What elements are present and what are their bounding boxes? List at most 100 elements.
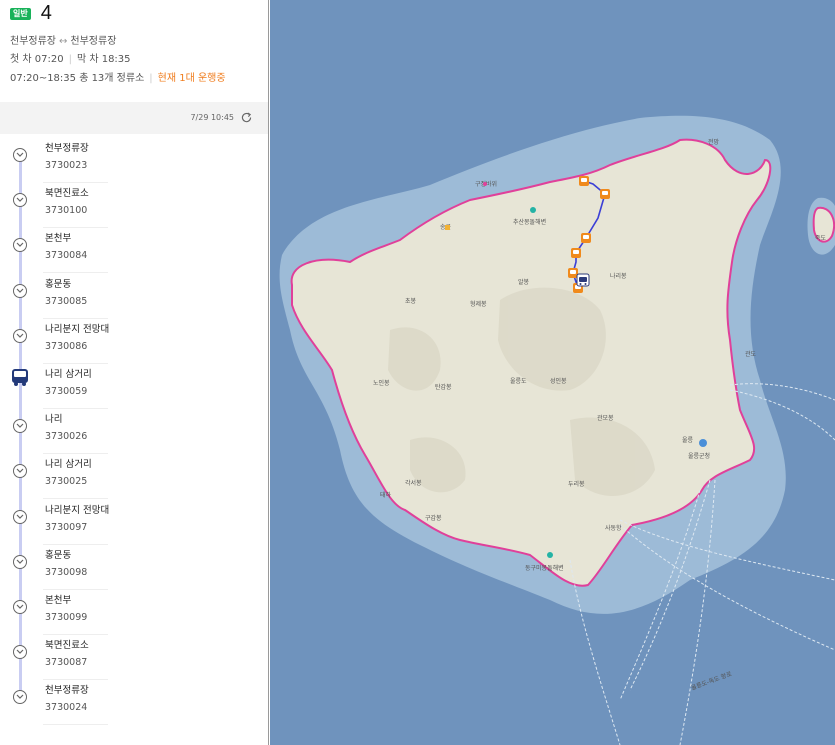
bus-stop-marker-icon[interactable] [600,189,610,199]
county-office-icon[interactable] [699,439,707,447]
route-endpoints: 천부정류장 ↔ 천부정류장 [10,32,116,47]
summary-divider: | [149,73,153,84]
bus-stop-marker-icon[interactable] [571,248,581,258]
chevron-down-icon[interactable] [13,509,27,524]
stop-name: 북면진료소 [45,188,89,200]
live-bus-status[interactable]: 현재 1대 운행중 [158,73,226,84]
map-label-ulleung-short: 울릉 [682,437,694,444]
bus-stop-marker-icon[interactable] [581,233,591,243]
bus-stop-row[interactable]: 본천부 3730084 [0,228,268,274]
bidirectional-arrow-icon: ↔ [59,36,68,47]
stop-id: 3730023 [45,160,88,171]
current-bus-marker[interactable] [576,273,590,287]
map-label-gwando: 관도 [745,350,757,358]
bus-stop-row[interactable]: 나리 삼거리 3730025 [0,454,268,500]
stop-name: 나리 삼거리 [45,369,92,380]
chevron-down-icon[interactable] [13,419,27,434]
chevron-down-icon[interactable] [13,328,27,343]
refresh-time: 7/29 10:45 [190,113,234,122]
map-label-chusan: 추산몽돌해변 [513,218,546,226]
bus-stop-row[interactable]: 홍문동 3730085 [0,274,268,319]
stop-id: 3730098 [45,566,88,578]
refresh-bar: 7/29 10:45 [0,102,268,134]
app-root: 일반 4 천부정류장 ↔ 천부정류장 첫 차 07:20 | 막 차 18:35 07:… [0,0,835,745]
chevron-down-icon[interactable] [13,645,27,660]
stop-name: 홍문동 [45,549,72,561]
map-label-taeha: 태하 [380,491,392,499]
stop-id: 3730025 [45,476,88,488]
stop-id: 3730059 [45,386,88,397]
bus-stop-row[interactable]: 나리분지 전망대 3730097 [0,500,268,545]
bus-stop-row[interactable]: 천부정류장 3730023 [0,138,268,183]
bus-stop-row[interactable]: 나리분지 전망대 3730086 [0,319,268,364]
current-bus-icon[interactable] [10,366,30,388]
chevron-down-icon[interactable] [13,283,27,298]
map-label-jeonmang: 전망 [708,138,720,146]
stop-name: 북면진료소 [45,640,89,652]
bus-stop-row[interactable]: 천부정류장 3730024 [0,680,268,726]
route-type-badge: 일반 [10,7,31,20]
map-label-ulleungdo: 울릉도 [510,378,527,385]
route-info-panel: 일반 4 천부정류장 ↔ 천부정류장 첫 차 07:20 | 막 차 18:35 07:… [0,0,269,745]
first-bus-time: 첫 차 07:20 [10,54,64,65]
route-end-stop: 천부정류장 [70,36,117,47]
bus-stop-row[interactable]: 본천부 3730099 [0,590,268,635]
map-label-albong: 알봉 [518,278,530,286]
route-map[interactable]: 전망 구정바위 추산몽돌해변 송곳 알봉 나리봉 초봉 형제봉 노인봉 탄감봉 … [270,0,835,745]
chevron-down-icon[interactable] [13,148,27,162]
route-summary-text: 07:20~18:35 총 13개 정류소 [10,73,145,84]
route-header: 일반 4 [10,2,52,25]
stop-id: 3730087 [45,657,88,669]
map-label-chobong: 초봉 [405,297,417,305]
map-label-namyang-beach: 동구미몽돌해변 [525,564,564,572]
stop-name: 본천부 [45,233,72,245]
map-label-ulleunggun: 울릉군청 [688,453,710,460]
bus-stop-row[interactable]: 홍문동 3730098 [0,545,268,590]
schedule-divider: | [68,54,72,65]
route-schedule: 첫 차 07:20 | 막 차 18:35 [10,50,131,65]
stop-id: 3730026 [45,431,88,443]
route-number: 4 [40,2,52,24]
bus-stop-row[interactable]: 나리 3730026 [0,409,268,455]
stop-id: 3730085 [45,295,88,307]
bus-stop-marker-icon[interactable] [579,176,589,186]
stop-id: 3730099 [45,612,88,623]
bus-stop-row[interactable]: 북면진료소 3730100 [0,183,268,229]
stop-name: 홍문동 [45,278,72,290]
stop-name: 나리분지 전망대 [45,323,110,335]
route-summary: 07:20~18:35 총 13개 정류소 | 현재 1대 운행중 [10,69,226,84]
beach-poi-icon[interactable] [530,207,536,213]
map-label-narabong: 나리봉 [610,272,627,280]
stop-name: 천부정류장 [45,685,89,697]
refresh-icon[interactable] [240,111,253,124]
map-label-gwanmobong: 관모봉 [597,414,614,422]
route-start-stop: 천부정류장 [10,36,56,47]
map-label-durubong: 두리봉 [568,480,585,488]
chevron-down-icon[interactable] [13,238,27,253]
stop-id: 3730024 [45,702,88,714]
map-label-sadong: 사동항 [605,524,622,532]
map-label-hyeongjebong: 형제봉 [470,300,487,308]
stop-name: 나리 [45,414,63,426]
chevron-down-icon[interactable] [13,600,27,614]
chevron-down-icon[interactable] [13,193,27,208]
map-label-noinbong: 노인봉 [373,379,390,387]
stop-name: 나리 삼거리 [45,459,92,471]
bus-stop-row[interactable]: 나리 삼거리 3730059 [0,364,268,409]
chevron-down-icon[interactable] [13,690,27,705]
chevron-down-icon[interactable] [13,554,27,569]
bus-stop-row[interactable]: 북면진료소 3730087 [0,635,268,681]
peak-marker-icon [445,225,450,230]
beach-poi-icon[interactable] [547,552,553,558]
stop-name: 본천부 [45,595,72,606]
map-label-tanbong: 탄감봉 [435,383,452,391]
chevron-down-icon[interactable] [13,464,27,479]
last-bus-time: 막 차 18:35 [76,54,131,65]
map-label-gakseobong: 각서봉 [405,479,422,487]
stop-id: 3730086 [45,340,88,352]
stop-divider [43,724,108,726]
map-label-gugambong: 구감봉 [425,514,442,522]
stop-name: 천부정류장 [45,143,89,154]
landmark-dot-icon[interactable] [483,182,487,186]
stop-id: 3730097 [45,521,88,533]
